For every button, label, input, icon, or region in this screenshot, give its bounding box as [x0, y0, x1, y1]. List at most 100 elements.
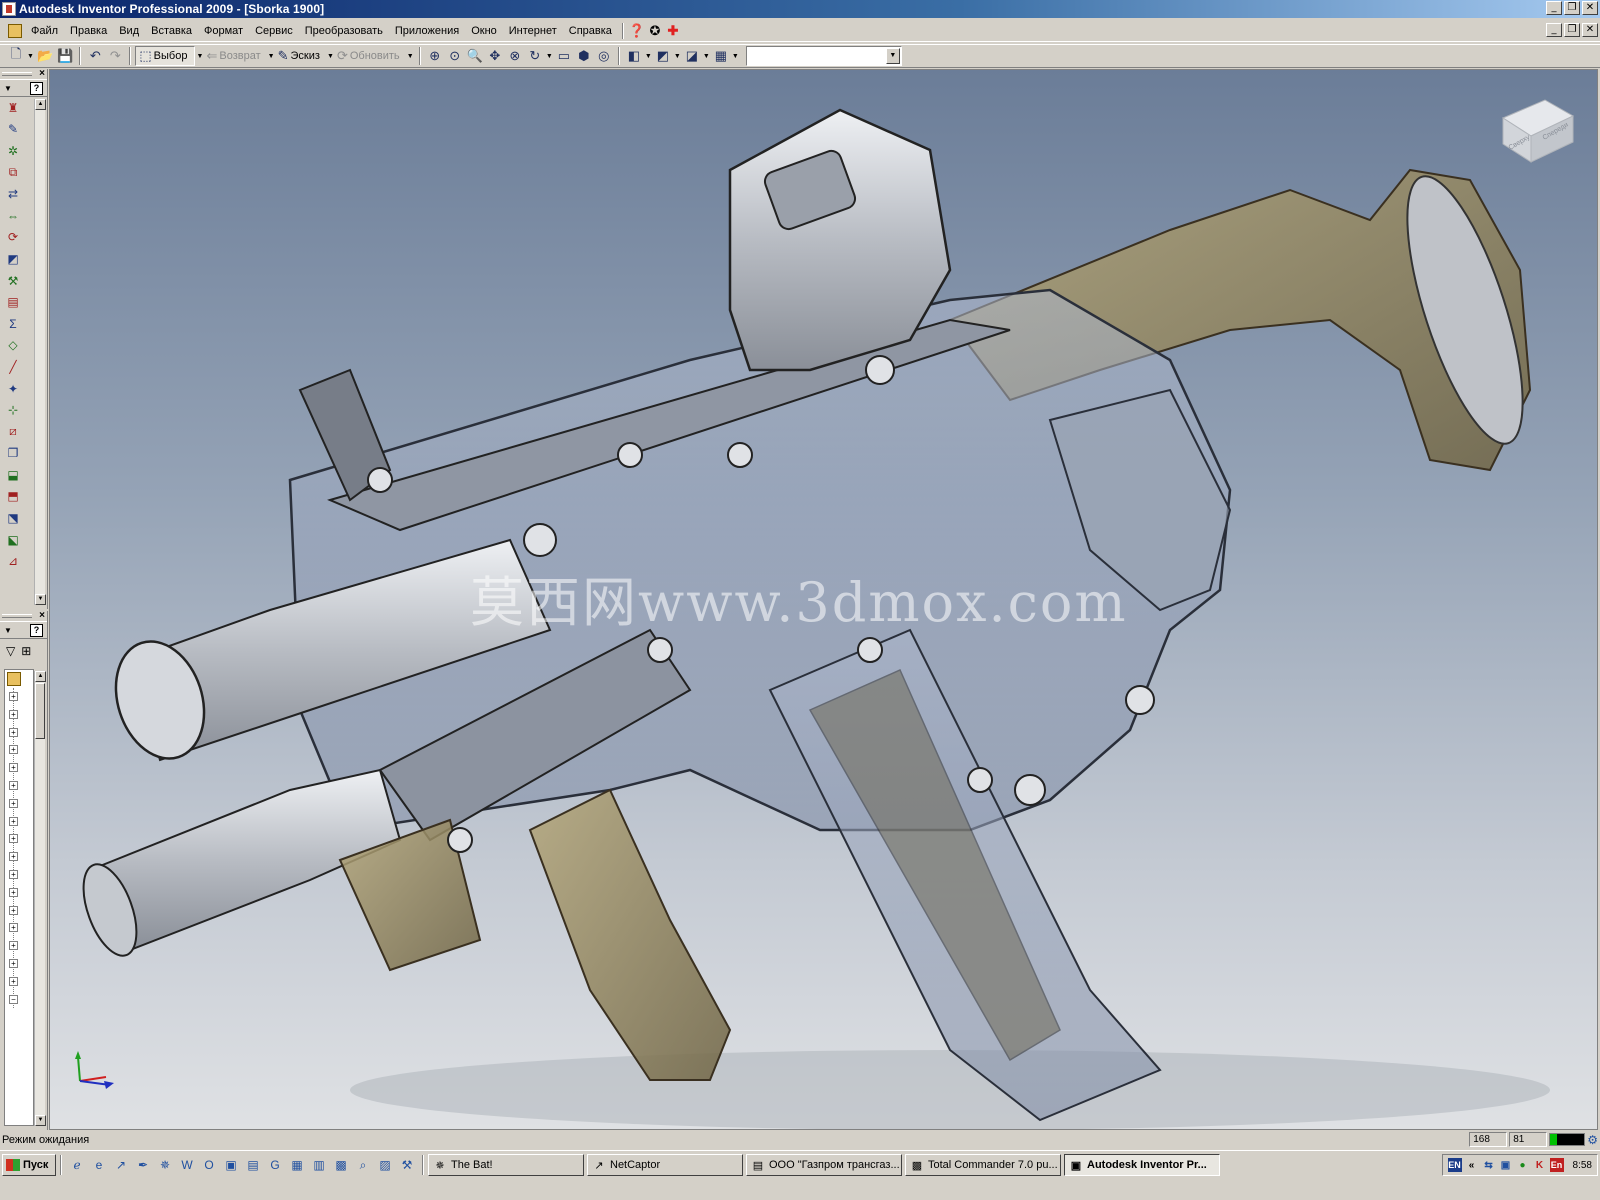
color-override-icon[interactable]: ▦ — [711, 46, 731, 66]
outlook-quicklaunch-icon[interactable]: O — [198, 1155, 220, 1175]
monitor-tray-icon[interactable]: ▣ — [1499, 1158, 1513, 1172]
tree-expand-node[interactable]: + — [9, 941, 18, 951]
combo-dropdown-icon[interactable]: ▼ — [885, 48, 900, 64]
tree-expand-node[interactable]: + — [9, 976, 18, 986]
network-icon[interactable]: ⚙ — [1587, 1133, 1598, 1147]
zoom-icon[interactable]: 🔍 — [465, 46, 485, 66]
zoom-selected-icon[interactable]: ⊗ — [505, 46, 525, 66]
color-style-combo[interactable]: ▼ — [745, 46, 902, 66]
open-icon[interactable]: 📂 — [35, 46, 55, 66]
chevron-down-icon[interactable]: ▼ — [4, 626, 12, 635]
notepad-quicklaunch-icon[interactable]: ▤ — [242, 1155, 264, 1175]
browser-scrollbar[interactable]: ▲ ▼ — [34, 671, 46, 1126]
doc-restore-button[interactable]: ❐ — [1564, 23, 1580, 37]
display-mode-dropdown-icon[interactable]: ▼ — [644, 53, 653, 60]
shaded-display-icon[interactable]: ⬢ — [574, 46, 594, 66]
tree-expand-node[interactable]: + — [9, 959, 18, 968]
app-icon[interactable] — [2, 2, 16, 16]
return-dropdown-icon[interactable]: ▼ — [267, 53, 276, 60]
camera-quicklaunch-icon[interactable]: ▨ — [374, 1155, 396, 1175]
section-dropdown-icon[interactable]: ▼ — [702, 53, 711, 60]
antivirus-tray-icon[interactable]: ● — [1516, 1158, 1530, 1172]
kaspersky-tray-icon[interactable]: K — [1533, 1158, 1547, 1172]
expand-tray-icon[interactable]: « — [1465, 1158, 1479, 1172]
menu-tools[interactable]: Сервис — [249, 25, 299, 37]
document-icon[interactable] — [8, 23, 22, 38]
app-quicklaunch-icon[interactable]: G — [264, 1155, 286, 1175]
network-tray-icon[interactable]: ⇆ — [1482, 1158, 1496, 1172]
help-icon[interactable]: ? — [30, 623, 43, 637]
zoom-window-icon[interactable]: ⊙ — [445, 46, 465, 66]
minimize-button[interactable]: _ — [1546, 1, 1562, 15]
sketch-button[interactable]: ✎ Эскиз — [276, 46, 326, 66]
scroll-up-icon[interactable]: ▲ — [35, 671, 46, 682]
tools-quicklaunch-icon[interactable]: ⚒ — [396, 1155, 418, 1175]
word-quicklaunch-icon[interactable]: W — [176, 1155, 198, 1175]
tree-expand-node[interactable]: − — [9, 994, 18, 1004]
tree-expand-node[interactable]: + — [9, 692, 18, 701]
help-icon[interactable]: ❓ — [628, 22, 646, 40]
pen-quicklaunch-icon[interactable]: ✒ — [132, 1155, 154, 1175]
folder-quicklaunch-icon[interactable]: ▣ — [220, 1155, 242, 1175]
scroll-down-icon[interactable]: ▼ — [35, 1115, 46, 1126]
update-dropdown-icon[interactable]: ▼ — [406, 53, 415, 60]
doc-minimize-button[interactable]: _ — [1546, 23, 1562, 37]
calc-quicklaunch-icon[interactable]: ▦ — [286, 1155, 308, 1175]
menu-help[interactable]: Справка — [563, 25, 618, 37]
netcaptor-quicklaunch-icon[interactable]: ↗ — [110, 1155, 132, 1175]
tree-expand-node[interactable]: + — [9, 923, 18, 933]
tree-expand-node[interactable]: + — [9, 763, 18, 773]
disk-quicklaunch-icon[interactable]: ▩ — [330, 1155, 352, 1175]
return-button[interactable]: ⇐ Возврат — [204, 46, 266, 66]
viewcube[interactable]: Сверху Спереди — [1499, 96, 1577, 166]
redo-icon[interactable]: ↷ — [105, 46, 125, 66]
restore-button[interactable]: ❐ — [1564, 1, 1580, 15]
task-button[interactable]: ↗ NetCaptor — [587, 1154, 743, 1176]
select-dropdown-icon[interactable]: ▼ — [195, 53, 204, 60]
clock[interactable]: 8:58 — [1573, 1160, 1592, 1171]
sketch-dropdown-icon[interactable]: ▼ — [326, 53, 335, 60]
task-button[interactable]: ✵ The Bat! — [428, 1154, 584, 1176]
menu-window[interactable]: Окно — [465, 25, 503, 37]
menu-file[interactable]: Файл — [25, 25, 64, 37]
help-icon[interactable]: ? — [30, 81, 43, 95]
browser-grip[interactable]: × — [0, 611, 47, 621]
update-button[interactable]: ⟳ Обновить — [335, 46, 406, 66]
select-button[interactable]: ⬚ Выбор — [135, 46, 196, 66]
color-dropdown-icon[interactable]: ▼ — [731, 53, 740, 60]
tree-expand-node[interactable]: + — [9, 816, 18, 826]
close-panel-icon[interactable]: × — [39, 69, 45, 79]
panel-bar-header[interactable]: ▼ ? — [0, 79, 47, 97]
panel-grip[interactable]: × — [0, 69, 47, 79]
doc-close-button[interactable]: ✕ — [1582, 23, 1598, 37]
bat-quicklaunch-icon[interactable]: ✵ — [154, 1155, 176, 1175]
scroll-down-icon[interactable]: ▼ — [35, 594, 46, 605]
orbit-dropdown-icon[interactable]: ▼ — [545, 53, 554, 60]
scanner-quicklaunch-icon[interactable]: ▥ — [308, 1155, 330, 1175]
task-button[interactable]: ▤ ООО "Газпром трансгаз... — [746, 1154, 902, 1176]
search-quicklaunch-icon[interactable]: ⌕ — [352, 1155, 374, 1175]
tree-expand-node[interactable]: + — [9, 870, 18, 879]
display-mode-icon[interactable]: ◧ — [624, 46, 644, 66]
ie-quicklaunch-icon[interactable]: e — [88, 1155, 110, 1175]
language-indicator[interactable]: EN — [1447, 1158, 1462, 1172]
orbit-icon[interactable]: ↻ — [525, 46, 545, 66]
chevron-down-icon[interactable]: ▼ — [4, 84, 12, 93]
new-icon[interactable]: 🗋 — [6, 46, 26, 66]
tree-expand-node[interactable]: + — [9, 781, 18, 790]
keyboard-layout-indicator[interactable]: En — [1549, 1158, 1564, 1172]
graphics-window[interactable]: Сверху Спереди 莫西网www.3dmox.com — [49, 69, 1598, 1130]
add-icon[interactable]: ✚ — [664, 22, 682, 40]
menu-applications[interactable]: Приложения — [389, 25, 465, 37]
model-tree[interactable]: + + + + + + + + + + + + + + + + + − — [4, 669, 34, 1126]
tree-expand-node[interactable]: + — [9, 727, 18, 737]
tree-expand-node[interactable]: + — [9, 709, 18, 719]
tree-expand-node[interactable]: + — [9, 834, 18, 844]
browser-header[interactable]: ▼ ? — [0, 621, 47, 639]
hierarchy-icon[interactable]: ⊞ — [21, 644, 31, 658]
appearance-icon[interactable]: ◎ — [594, 46, 614, 66]
bulb-icon[interactable]: ✪ — [646, 22, 664, 40]
tree-expand-node[interactable]: + — [9, 887, 18, 897]
browser-quicklaunch-icon[interactable]: ℯ — [66, 1155, 88, 1175]
look-at-icon[interactable]: ▭ — [554, 46, 574, 66]
